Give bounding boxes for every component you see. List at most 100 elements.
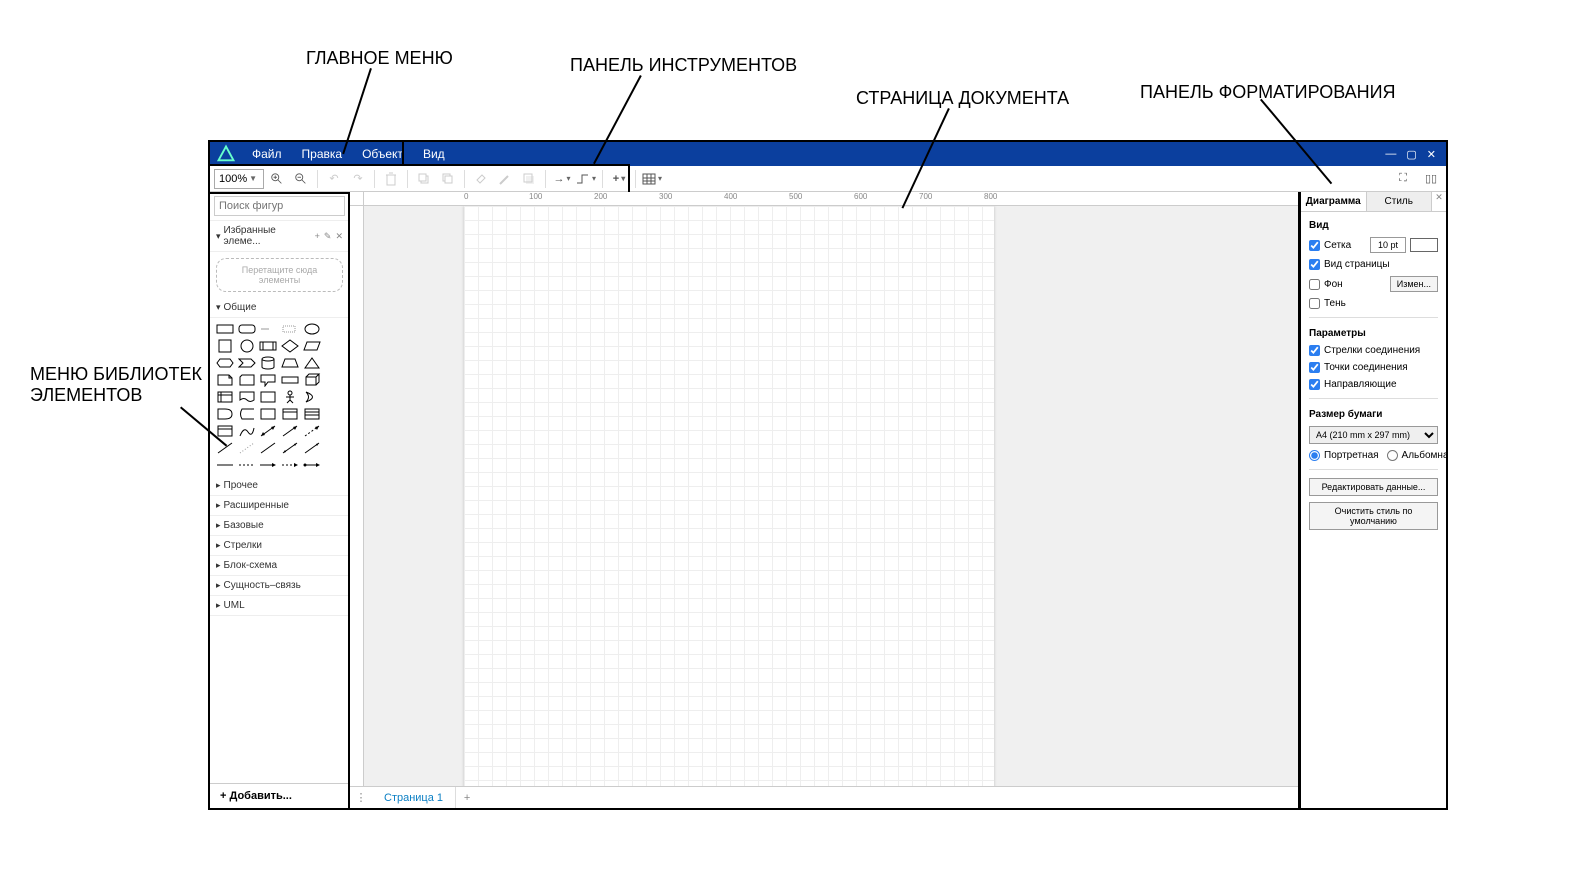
toolbar: 100%▼ ↶ ↷ →▾ ▾ +▾ ▾ ⛶ ▯▯ <box>210 166 1446 192</box>
portrait-radio[interactable] <box>1309 450 1320 461</box>
page-view-checkbox[interactable] <box>1309 259 1320 270</box>
section-other[interactable]: ▸Прочее <box>210 476 349 496</box>
background-checkbox[interactable] <box>1309 279 1320 290</box>
menu-view[interactable]: Вид <box>413 147 455 161</box>
shape-or[interactable] <box>303 390 321 404</box>
shape-line-thin[interactable] <box>259 441 277 455</box>
shape-triangle[interactable] <box>303 356 321 370</box>
section-other-label: Прочее <box>224 480 258 491</box>
shape-card[interactable] <box>238 373 256 387</box>
shape-process[interactable] <box>259 339 277 353</box>
shape-rectangle[interactable] <box>216 322 234 336</box>
landscape-label: Альбомная <box>1402 450 1446 461</box>
favorites-close-icon[interactable]: ✕ <box>335 231 343 242</box>
shape-textbox[interactable] <box>281 322 299 336</box>
shape-cylinder[interactable] <box>259 356 277 370</box>
section-arrows-label: Стрелки <box>224 540 262 551</box>
toggle-format-panel-icon[interactable]: ▯▯ <box>1420 169 1442 189</box>
section-er[interactable]: ▸Сущность–связь <box>210 576 349 596</box>
favorites-add-icon[interactable]: + <box>315 231 320 242</box>
shape-connector-5[interactable] <box>303 458 321 472</box>
section-extended[interactable]: ▸Расширенные <box>210 496 349 516</box>
shape-connector-4[interactable] <box>281 458 299 472</box>
window-close-button[interactable]: ✕ <box>1427 148 1436 161</box>
shape-search-input[interactable] <box>214 196 345 216</box>
section-uml[interactable]: ▸UML <box>210 596 349 616</box>
grid-size-input[interactable] <box>1370 237 1406 253</box>
shadow-checkbox[interactable] <box>1309 298 1320 309</box>
landscape-radio[interactable] <box>1387 450 1398 461</box>
shape-text[interactable] <box>259 322 277 336</box>
more-shapes-button[interactable]: + Добавить... <box>210 783 349 808</box>
shape-list[interactable] <box>281 407 299 421</box>
shape-connector-2[interactable] <box>238 458 256 472</box>
shape-hexagon[interactable] <box>216 356 234 370</box>
shape-connector-1[interactable] <box>216 458 234 472</box>
app-window: Файл Правка Объект Вид — ▢ ✕ 100%▼ ↶ ↷ →… <box>208 140 1448 810</box>
menubar: Файл Правка Объект Вид — ▢ ✕ <box>210 142 1446 166</box>
paper-size-select[interactable]: A4 (210 mm x 297 mm) <box>1309 426 1438 444</box>
shape-square[interactable] <box>216 339 234 353</box>
horizontal-ruler: 0 100 200 300 400 500 600 700 800 <box>364 192 1298 206</box>
annotation-library-menu: МЕНЮ БИБЛИОТЕК ЭЛЕМЕНТОВ <box>30 364 202 406</box>
shape-title-bar[interactable] <box>216 424 234 438</box>
shapes-sidebar: ▾Избранные элеме... + ✎ ✕ Перетащите сюд… <box>210 192 350 808</box>
format-view-heading: Вид <box>1309 220 1438 231</box>
format-tab-style[interactable]: Стиль <box>1367 192 1433 211</box>
shape-arrow-both[interactable] <box>281 441 299 455</box>
document-page[interactable] <box>464 206 994 786</box>
table-button[interactable]: ▾ <box>641 169 663 189</box>
shape-document[interactable] <box>238 390 256 404</box>
shape-cube[interactable] <box>303 373 321 387</box>
window-maximize-button[interactable]: ▢ <box>1406 148 1416 161</box>
common-shapes-grid <box>210 318 349 476</box>
shape-circle[interactable] <box>238 339 256 353</box>
shape-trapezoid[interactable] <box>281 356 299 370</box>
edit-data-button[interactable]: Редактировать данные... <box>1309 478 1438 496</box>
shape-dashed-arrow[interactable] <box>303 424 321 438</box>
section-basic[interactable]: ▸Базовые <box>210 516 349 536</box>
shape-note[interactable] <box>216 373 234 387</box>
canvas-grid[interactable] <box>364 206 1298 786</box>
conn-points-checkbox[interactable] <box>1309 362 1320 373</box>
section-flowchart[interactable]: ▸Блок-схема <box>210 556 349 576</box>
shape-and[interactable] <box>216 407 234 421</box>
conn-arrows-checkbox[interactable] <box>1309 345 1320 356</box>
window-minimize-button[interactable]: — <box>1385 148 1396 161</box>
shape-datastore[interactable] <box>238 407 256 421</box>
shadow-label: Тень <box>1324 298 1346 309</box>
grid-checkbox[interactable] <box>1309 240 1320 251</box>
format-panel-close-icon[interactable]: ✕ <box>1432 192 1446 211</box>
guides-checkbox[interactable] <box>1309 379 1320 390</box>
shape-parallelogram[interactable] <box>303 339 321 353</box>
fullscreen-icon[interactable]: ⛶ <box>1392 169 1414 189</box>
shape-arrow[interactable] <box>303 441 321 455</box>
favorites-title: Избранные элеме... <box>224 225 315 247</box>
section-favorites[interactable]: ▾Избранные элеме... + ✎ ✕ <box>210 221 349 252</box>
shape-tape[interactable] <box>281 373 299 387</box>
shape-callout[interactable] <box>259 373 277 387</box>
shape-internal-storage[interactable] <box>216 390 234 404</box>
shape-bidirectional-arrow[interactable] <box>259 424 277 438</box>
section-common[interactable]: ▾Общие <box>210 298 349 318</box>
clear-default-style-button[interactable]: Очистить стиль по умолчанию <box>1309 502 1438 530</box>
background-change-button[interactable]: Измен... <box>1390 276 1438 292</box>
shape-ellipse[interactable] <box>303 322 321 336</box>
conn-points-label: Точки соединения <box>1324 362 1408 373</box>
shape-step[interactable] <box>238 356 256 370</box>
shape-list2[interactable] <box>303 407 321 421</box>
shape-actor[interactable] <box>281 390 299 404</box>
shape-connector-3[interactable] <box>259 458 277 472</box>
format-panel: Диаграмма Стиль ✕ Вид Сетка Вид страницы <box>1298 192 1446 808</box>
shape-rounded-rect[interactable] <box>238 322 256 336</box>
section-arrows[interactable]: ▸Стрелки <box>210 536 349 556</box>
shape-curve[interactable] <box>238 424 256 438</box>
shape-frame[interactable] <box>259 390 277 404</box>
format-tab-diagram[interactable]: Диаграмма <box>1301 192 1367 211</box>
grid-color-button[interactable] <box>1410 238 1438 252</box>
shape-diamond[interactable] <box>281 339 299 353</box>
shape-arrow-ne[interactable] <box>281 424 299 438</box>
favorites-edit-icon[interactable]: ✎ <box>324 231 332 242</box>
shape-dotted-line[interactable] <box>238 441 256 455</box>
shape-container[interactable] <box>259 407 277 421</box>
